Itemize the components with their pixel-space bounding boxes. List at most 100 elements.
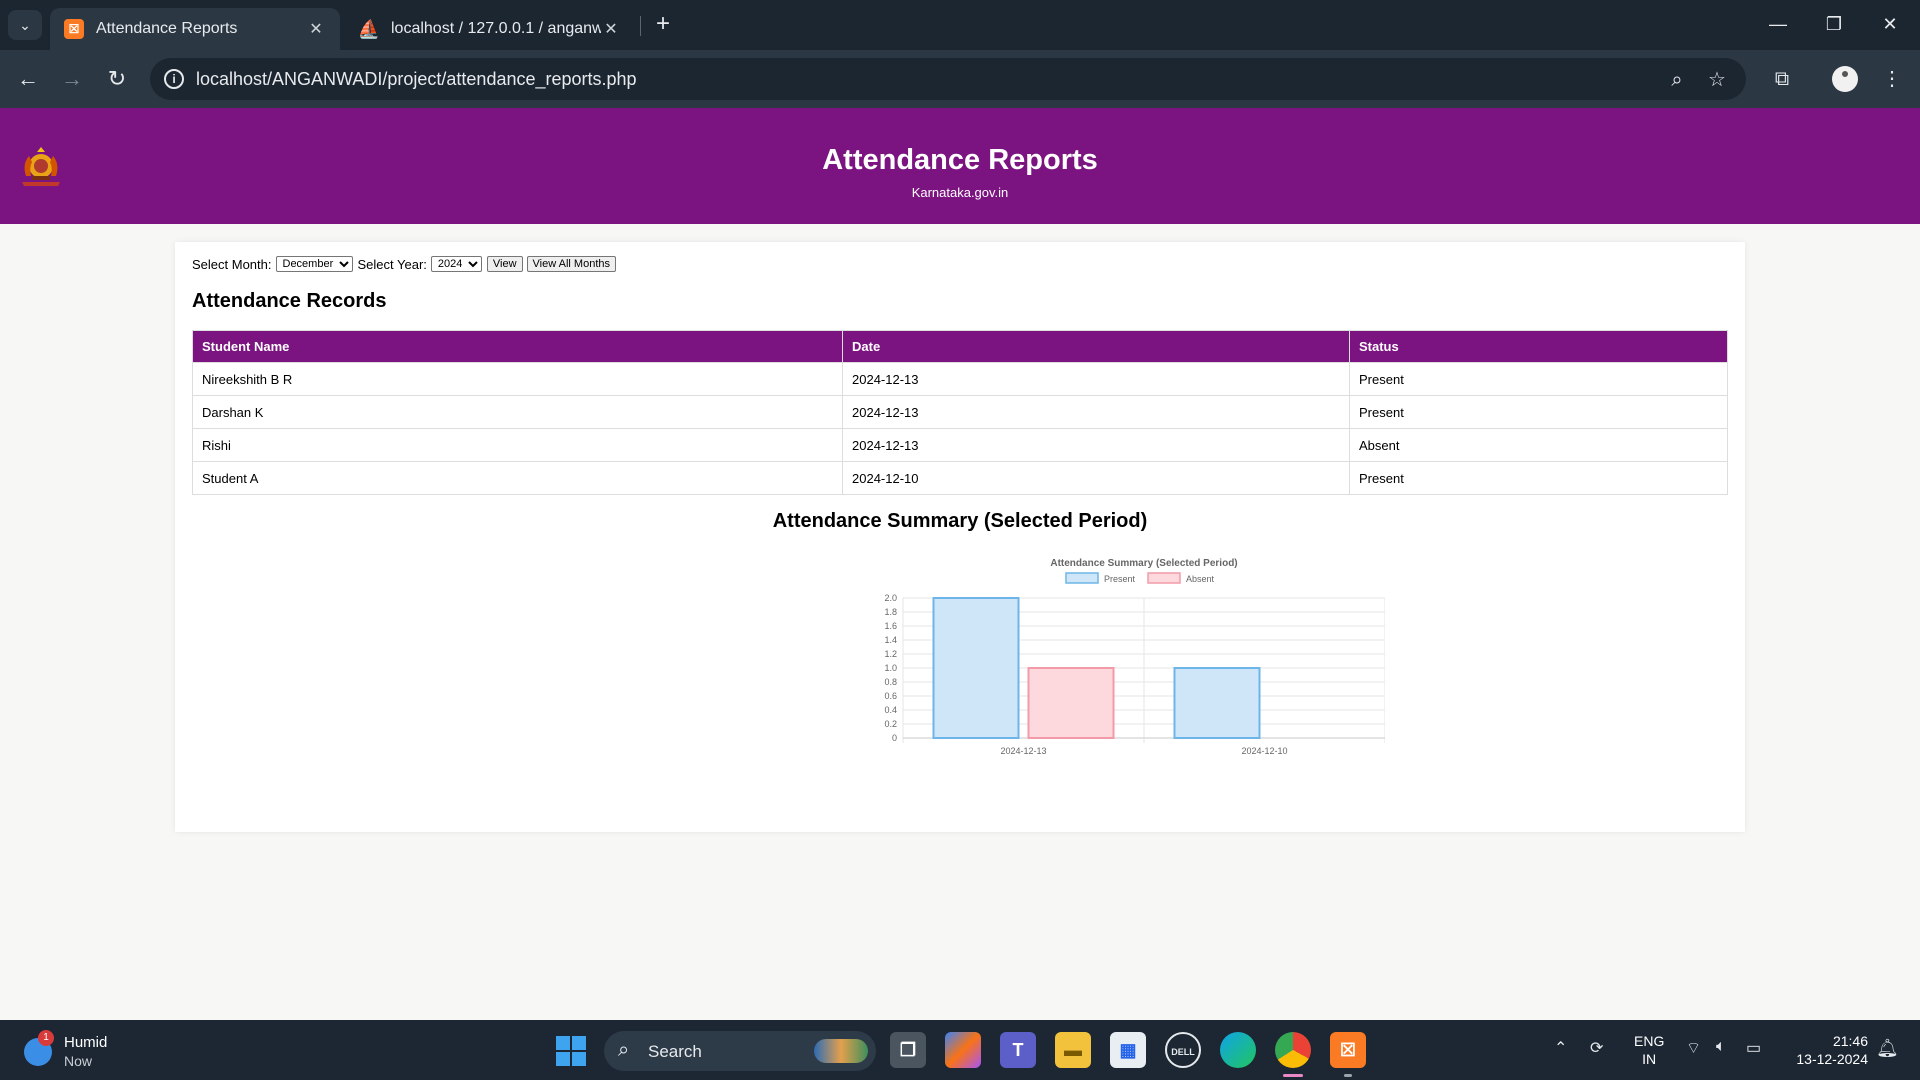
- chrome-active-indicator: [1283, 1074, 1303, 1077]
- zoom-icon[interactable]: ⌕: [1664, 67, 1690, 93]
- menu-kebab-icon[interactable]: ⋮: [1876, 63, 1908, 95]
- summary-heading: Attendance Summary (Selected Period): [772, 510, 1148, 532]
- teams-icon[interactable]: T: [1000, 1032, 1036, 1068]
- chart-x-tick-label: 2024-12-13: [1000, 746, 1046, 756]
- arrow-right-icon: →: [61, 66, 83, 91]
- column-header-student-name: Student Name: [192, 330, 843, 363]
- table-header-row: Student Name Date Status: [192, 330, 1728, 363]
- column-header-date: Date: [842, 330, 1350, 363]
- chart-y-tick-label: 1.2: [884, 649, 897, 659]
- chart-x-tick-label: 2024-12-10: [1241, 746, 1287, 756]
- attendance-table: Student Name Date Status Nireekshith B R…: [192, 330, 1728, 495]
- chart-y-tick-label: 0: [892, 733, 897, 743]
- notifications-bell-icon[interactable]: 🔔︎: [1876, 1038, 1899, 1059]
- legend-label-present: Present: [1104, 574, 1136, 584]
- tab-title: localhost / 127.0.0.1 / anganwadi: [391, 20, 601, 37]
- tab-search-button[interactable]: ⌄: [8, 10, 42, 40]
- volume-icon[interactable]: 🔈︎: [1716, 1038, 1726, 1056]
- arrow-left-icon: ←: [17, 66, 39, 91]
- close-icon[interactable]: ✕: [601, 19, 621, 39]
- copilot-icon[interactable]: [945, 1032, 981, 1068]
- cell-student-name: Darshan K: [192, 395, 843, 429]
- windows-start-icon[interactable]: [556, 1036, 586, 1066]
- profile-avatar[interactable]: [1832, 66, 1858, 92]
- address-bar[interactable]: i localhost/ANGANWADI/project/attendance…: [150, 58, 1746, 100]
- cell-date: 2024-12-10: [842, 461, 1350, 495]
- filter-form: Select Month: December Select Year: 2024…: [192, 256, 620, 272]
- year-select[interactable]: 2024: [430, 256, 482, 272]
- restore-button[interactable]: ❐: [1806, 8, 1862, 40]
- file-explorer-icon[interactable]: ▬: [1055, 1032, 1091, 1068]
- extensions-icon[interactable]: ⧉: [1766, 63, 1798, 95]
- month-label: Select Month:: [192, 256, 272, 272]
- language-code: ENG: [1634, 1033, 1665, 1049]
- view-button[interactable]: View: [486, 256, 523, 272]
- view-all-months-button[interactable]: View All Months: [526, 256, 616, 272]
- chart-y-tick-label: 0.2: [884, 719, 897, 729]
- input-language[interactable]: ENG IN: [1634, 1032, 1664, 1068]
- chart-bar-absent: [1027, 667, 1115, 739]
- table-row: Nireekshith B R 2024-12-13 Present: [192, 362, 1728, 396]
- clock-time: 21:46: [1832, 1033, 1868, 1049]
- chevron-down-icon: ⌄: [19, 16, 31, 33]
- dell-icon[interactable]: DELL: [1165, 1032, 1201, 1068]
- notification-badge: 1: [38, 1030, 54, 1046]
- microsoft-store-icon[interactable]: ▦: [1110, 1032, 1146, 1068]
- month-select[interactable]: December: [275, 256, 353, 272]
- tab-attendance-reports[interactable]: ☒ Attendance Reports ✕: [50, 8, 340, 50]
- page-title: Attendance Reports: [822, 144, 1098, 176]
- chart-y-tick-label: 1.0: [884, 663, 897, 673]
- records-title: Attendance Records: [192, 290, 387, 312]
- clock-date: 13-12-2024: [1796, 1051, 1868, 1067]
- forward-button[interactable]: →: [56, 63, 88, 95]
- weather-widget[interactable]: 1 Humid Now: [24, 1030, 144, 1072]
- site-info-icon[interactable]: i: [164, 69, 184, 89]
- tab-phpmyadmin[interactable]: ⛵ localhost / 127.0.0.1 / anganwadi ✕: [345, 8, 635, 50]
- window-close-button[interactable]: ✕: [1862, 8, 1918, 40]
- cell-status: Absent: [1349, 428, 1728, 462]
- wifi-icon[interactable]: ⌔: [1686, 1038, 1701, 1058]
- chart-title: Attendance Summary (Selected Period): [1050, 558, 1237, 569]
- year-label: Select Year:: [357, 256, 427, 272]
- chart-bar-present: [932, 597, 1020, 739]
- reload-button[interactable]: ↻: [101, 63, 133, 95]
- legend-label-absent: Absent: [1186, 574, 1215, 584]
- search-icon: ⌕: [618, 1039, 630, 1061]
- search-highlight-icon: [814, 1039, 868, 1063]
- chevron-up-icon[interactable]: ⌃: [1554, 1038, 1567, 1058]
- language-region: IN: [1642, 1051, 1657, 1067]
- chart-y-tick-label: 0.6: [884, 691, 897, 701]
- new-tab-button[interactable]: +: [650, 12, 676, 38]
- legend-swatch-absent: [1147, 572, 1181, 584]
- weather-time: Now: [64, 1053, 93, 1069]
- cell-date: 2024-12-13: [842, 395, 1350, 429]
- browser-toolbar: ← → ↻ i localhost/ANGANWADI/project/atte…: [0, 50, 1920, 108]
- system-clock[interactable]: 21:46 13-12-2024: [1786, 1032, 1868, 1068]
- chart-y-tick-label: 2.0: [884, 593, 897, 603]
- chrome-icon[interactable]: [1275, 1032, 1311, 1068]
- xampp-icon[interactable]: ☒: [1330, 1032, 1366, 1068]
- back-button[interactable]: ←: [12, 63, 44, 95]
- battery-icon[interactable]: ▭: [1746, 1038, 1761, 1058]
- cell-date: 2024-12-13: [842, 362, 1350, 396]
- taskbar: 1 Humid Now ⌕ Search ❐ T ▬ ▦ DELL ☒ ⌃ ⟳ …: [0, 1020, 1920, 1080]
- edge-icon[interactable]: [1220, 1032, 1256, 1068]
- cell-date: 2024-12-13: [842, 428, 1350, 462]
- address-url[interactable]: localhost/ANGANWADI/project/attendance_r…: [196, 69, 637, 90]
- minimize-button[interactable]: —: [1750, 8, 1806, 40]
- task-view-icon[interactable]: ❐: [890, 1032, 926, 1068]
- tab-separator: [640, 16, 641, 36]
- sync-icon[interactable]: ⟳: [1590, 1038, 1603, 1058]
- phpmyadmin-favicon-icon: ⛵: [357, 18, 381, 39]
- taskbar-search[interactable]: ⌕ Search: [604, 1031, 876, 1071]
- bookmark-star-icon[interactable]: ☆: [1704, 67, 1730, 93]
- taskbar-search-label: Search: [648, 1042, 702, 1061]
- chart-y-tick-label: 1.6: [884, 621, 897, 631]
- close-icon[interactable]: ✕: [306, 19, 326, 39]
- cell-student-name: Student A: [192, 461, 843, 495]
- tab-title: Attendance Reports: [96, 20, 238, 37]
- report-card: Select Month: December Select Year: 2024…: [175, 242, 1745, 832]
- weather-condition: Humid: [64, 1034, 108, 1051]
- table-row: Student A 2024-12-10 Present: [192, 461, 1728, 495]
- cell-status: Present: [1349, 395, 1728, 429]
